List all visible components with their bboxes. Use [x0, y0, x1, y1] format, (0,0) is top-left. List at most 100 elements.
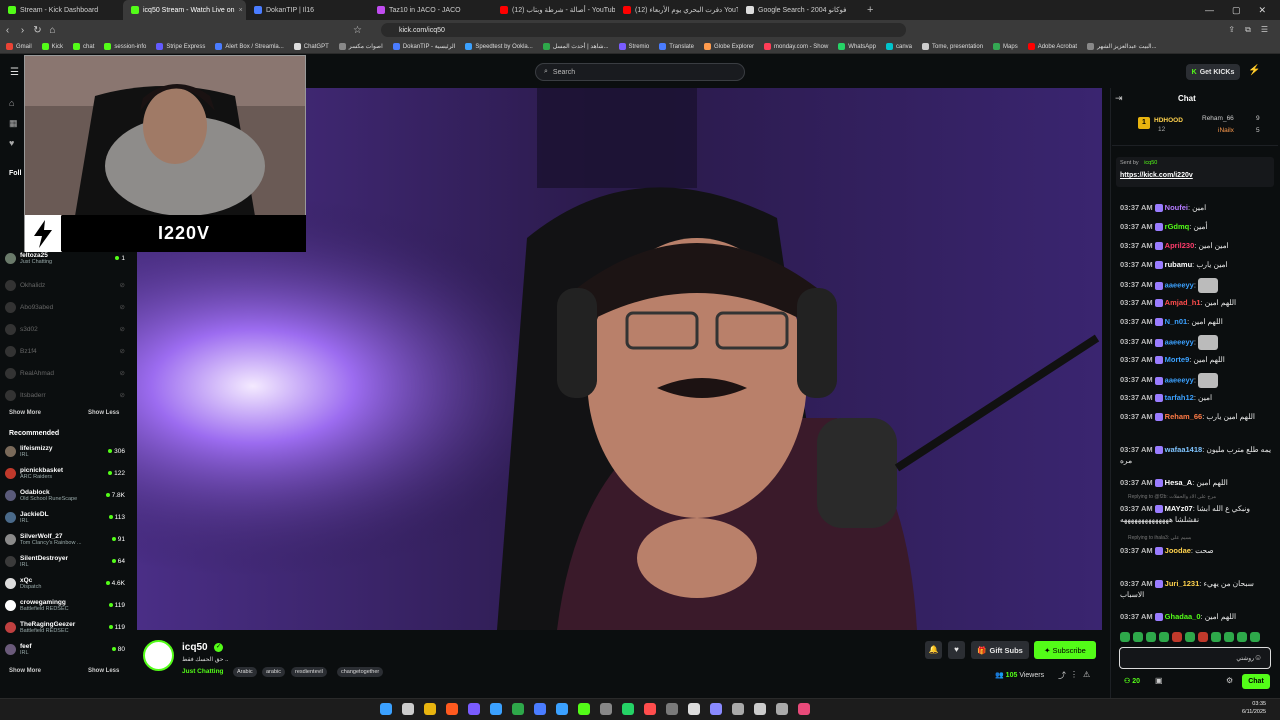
bookmark-item[interactable]: Stripe Express [156, 43, 205, 50]
bookmark-item[interactable]: Tome, presentation [922, 43, 983, 50]
recommended-channel[interactable]: picnickbasket ARC Raiders 122 [5, 465, 125, 481]
message-username[interactable]: aaeeeyy [1165, 337, 1194, 346]
subscribe-button[interactable]: ✦ Subscribe [1034, 641, 1096, 659]
bookmark-item[interactable]: ChatGPT [293, 43, 329, 50]
stream-tag[interactable]: arabic [262, 667, 285, 677]
kicks-balance[interactable]: ⚇ 20 [1124, 677, 1140, 685]
get-kicks-button[interactable]: K Get KICKs [1186, 64, 1240, 80]
hamburger-menu-icon[interactable]: ☰ [10, 67, 19, 78]
taskbar-app-icon[interactable] [710, 703, 722, 715]
message-username[interactable]: wafaa1418 [1165, 445, 1203, 454]
recommended-channel[interactable]: JackieDL IRL 113 [5, 509, 125, 525]
taskbar-app-icon[interactable] [556, 703, 568, 715]
taskbar-app-icon[interactable] [754, 703, 766, 715]
reload-icon[interactable]: ↻ [30, 25, 45, 36]
home-nav-icon[interactable]: ⌂ [9, 98, 14, 108]
recommended-channel[interactable]: Odablock Old School RuneScape 7.8K [5, 487, 125, 503]
channel-name[interactable]: icq50 [182, 642, 208, 653]
stream-tag[interactable]: changetogether [337, 667, 384, 677]
recommended-channel[interactable]: feef IRL 80 [5, 641, 125, 657]
share-icon[interactable]: ⇪ [1228, 25, 1235, 35]
browser-tab[interactable]: icq50 Stream - Watch Live on × [123, 0, 246, 20]
search-input[interactable]: ⌕ Search [535, 63, 745, 81]
url-field[interactable]: kick.com/icq50 [381, 23, 906, 37]
following-channel[interactable]: Abo93abed ⊘ [5, 299, 125, 315]
taskbar-app-icon[interactable] [622, 703, 634, 715]
message-username[interactable]: tarfah12 [1165, 393, 1194, 402]
message-username[interactable]: Hesa_A [1165, 478, 1193, 487]
chat-message-input[interactable]: روشتي [1119, 647, 1271, 669]
quick-emote-icon[interactable] [1185, 632, 1195, 642]
message-username[interactable]: rubamu [1165, 260, 1193, 269]
following-channel[interactable]: Bz1f4 ⊘ [5, 343, 125, 359]
browser-tab[interactable]: Taz10 in JACO - JACO [369, 0, 492, 20]
following-channel[interactable]: RealAhmad ⊘ [5, 365, 125, 381]
bookmark-item[interactable]: Translate [659, 43, 694, 50]
taskbar-app-icon[interactable] [424, 703, 436, 715]
message-username[interactable]: MAYz07 [1165, 504, 1193, 513]
bookmark-item[interactable]: اصوات مكسر [338, 43, 383, 50]
following-channel[interactable]: s3d02 ⊘ [5, 321, 125, 337]
browser-tab[interactable]: DokanTIP | Il16 [246, 0, 369, 20]
recommended-channel[interactable]: xQc Dispatch 4.6K [5, 575, 125, 591]
close-window-icon[interactable]: ✕ [1258, 5, 1266, 16]
following-nav-icon[interactable]: ♥ [9, 138, 14, 148]
bookmark-item[interactable]: Stremio [618, 43, 649, 50]
bookmark-item[interactable]: canva [885, 43, 912, 50]
channel-avatar[interactable] [143, 640, 174, 671]
forward-icon[interactable]: › [15, 25, 30, 36]
message-username[interactable]: rGdmq [1165, 222, 1190, 231]
taskbar-app-icon[interactable] [644, 703, 656, 715]
message-username[interactable]: Morte9 [1165, 355, 1190, 364]
minimize-icon[interactable]: — [1205, 5, 1214, 16]
taskbar-app-icon[interactable] [688, 703, 700, 715]
recommended-channel[interactable]: SilverWolf_27 Tom Clancy's Rainbow ... 91 [5, 531, 125, 547]
quick-emote-icon[interactable] [1250, 632, 1260, 642]
lightning-icon[interactable]: ⚡ [1248, 65, 1260, 76]
home-icon[interactable]: ⌂ [45, 25, 60, 36]
taskbar-app-icon[interactable] [732, 703, 744, 715]
message-username[interactable]: N_n01 [1165, 317, 1188, 326]
bookmark-item[interactable]: Globe Explorer [704, 43, 754, 50]
taskbar-app-icon[interactable] [776, 703, 788, 715]
quick-emote-icon[interactable] [1224, 632, 1234, 642]
browser-tab[interactable]: (12) دفرت البحري يوم الأربعاء YouTube [615, 0, 738, 20]
quick-emote-icon[interactable] [1172, 632, 1182, 642]
more-options-icon[interactable]: ⋮ [1070, 670, 1078, 679]
following-channel[interactable]: Itsbaderr ⊘ [5, 387, 125, 403]
taskbar-app-icon[interactable] [446, 703, 458, 715]
browser-tab[interactable]: (12) أصالة - شرطة وبتاب - YouTube [492, 0, 615, 20]
browse-nav-icon[interactable]: ▦ [9, 118, 18, 129]
recommended-channel[interactable]: TheRagingGeezer Battlefield REDSEC 119 [5, 619, 125, 635]
taskbar-app-icon[interactable] [534, 703, 546, 715]
gift-icon[interactable]: ▣ [1155, 676, 1163, 685]
bookmark-item[interactable]: Speedtest by Ookla... [465, 43, 533, 50]
quick-emote-icon[interactable] [1159, 632, 1169, 642]
recommended-channel[interactable]: crowegamingg Battlefield REDSEC 119 [5, 597, 125, 613]
message-username[interactable]: aaeeeyy [1165, 280, 1194, 289]
bookmark-item[interactable]: Kick [41, 43, 63, 50]
bookmark-star-icon[interactable]: ☆ [350, 25, 365, 36]
message-username[interactable]: Noufei [1165, 203, 1188, 212]
menu-icon[interactable]: ☰ [1261, 25, 1268, 35]
following-show-more[interactable]: Show More [9, 410, 41, 416]
browser-tab[interactable]: Stream - Kick Dashboard [0, 0, 123, 20]
taskbar-app-icon[interactable] [380, 703, 392, 715]
following-channel[interactable]: feltoza25 Just Chatting 1 [5, 250, 125, 266]
bookmark-item[interactable]: Adobe Acrobat [1027, 43, 1077, 50]
bookmark-item[interactable]: session-info [104, 43, 146, 50]
taskbar-app-icon[interactable] [402, 703, 414, 715]
taskbar-app-icon[interactable] [798, 703, 810, 715]
bookmark-item[interactable]: DokanTIP - الرئيسية [392, 43, 455, 50]
emoji-picker-icon[interactable]: ☺ [1254, 653, 1262, 662]
browser-tab[interactable]: Google Search - فوكانو 2004 [738, 0, 861, 20]
report-icon[interactable]: ⚠ [1083, 670, 1090, 679]
gift-subs-button[interactable]: 🎁 Gift Subs [971, 641, 1029, 659]
quick-emote-icon[interactable] [1198, 632, 1208, 642]
bookmark-item[interactable]: Gmail [6, 43, 32, 50]
extensions-icon[interactable]: ⧉ [1245, 25, 1251, 35]
stream-tag[interactable]: resdientevil [291, 667, 327, 677]
recommended-show-less[interactable]: Show Less [88, 668, 119, 674]
taskbar-app-icon[interactable] [600, 703, 612, 715]
maximize-icon[interactable]: ▢ [1232, 5, 1241, 16]
